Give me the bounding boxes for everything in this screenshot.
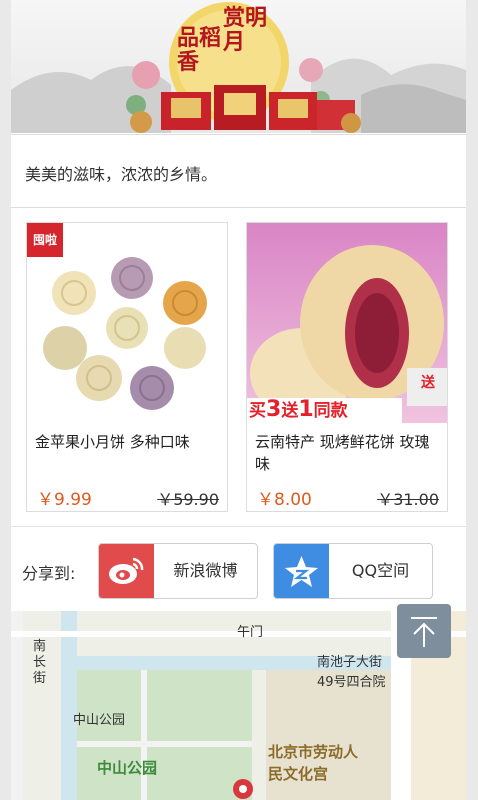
map-label-nanchizi-street: 南池子大街 [317,655,383,670]
product-card[interactable]: 买3送1同款 送 云南特产 现烤鲜花饼 玫瑰味 ￥8.00 ￥31.00 [246,222,448,512]
map-label-zhongshan-park: 中山公园 [73,713,126,728]
mooncake-illustration [27,223,207,410]
flower-cake-illustration [250,245,447,418]
brand-logo: 囤啦 [32,233,57,247]
qzone-star-icon [274,544,329,598]
product-original-price: ￥59.90 [157,490,219,509]
share-qzone-button[interactable]: QQ空间 [273,543,433,599]
arrow-up-icon [411,617,437,647]
product-title[interactable]: 金苹果小月饼 多种口味 [35,431,221,453]
promo-banner[interactable]: 品稻香 赏明月 [11,0,466,133]
share-weibo-button[interactable]: 新浪微博 [98,543,258,599]
share-qzone-label: QQ空间 [351,561,410,580]
product-original-price: ￥31.00 [377,490,439,509]
slogan-row: 美美的滋味，浓浓的乡情。 [11,134,466,208]
product-card[interactable]: 囤啦 金苹果小月饼 多种口味 ￥9.99 ￥59.90 [26,222,228,512]
page-frame: 品稻香 赏明月 美美的滋味，浓浓的乡情。 囤啦 金苹果小月饼 多种口味 ￥9.9… [11,0,466,800]
product-price: ￥8.00 [257,490,312,510]
promo-banner-text: 买3送1同款 [249,397,348,422]
slogan-text: 美美的滋味，浓浓的乡情。 [25,165,218,184]
map-label-zhongshan-park-area: 中山公园 [97,759,158,777]
banner-title-text: 赏明月 [223,5,268,55]
map-label-culture-palace: 北京市劳动人民文化宫 [268,743,359,783]
weibo-icon [99,544,154,598]
product-price: ￥9.99 [37,490,92,510]
map-label-nanchang-street: 南长街 [33,639,47,686]
share-bar: 分享到: 新浪微博 QQ空间 [11,526,466,611]
promo-gift-badge: 送 [421,375,435,391]
product-image-mini-mooncakes[interactable]: 囤啦 [27,223,227,423]
banner-seal-text: 品稻香 [177,25,222,75]
share-weibo-label: 新浪微博 [173,561,238,580]
share-label: 分享到: [22,564,76,583]
product-image-flower-cake[interactable]: 买3送1同款 送 [247,223,447,423]
product-title[interactable]: 云南特产 现烤鲜花饼 玫瑰味 [255,431,441,475]
back-to-top-button[interactable] [397,604,451,658]
map-label-wumen: 午门 [237,625,264,640]
map-label-courtyard: 49号四合院 [317,675,386,690]
